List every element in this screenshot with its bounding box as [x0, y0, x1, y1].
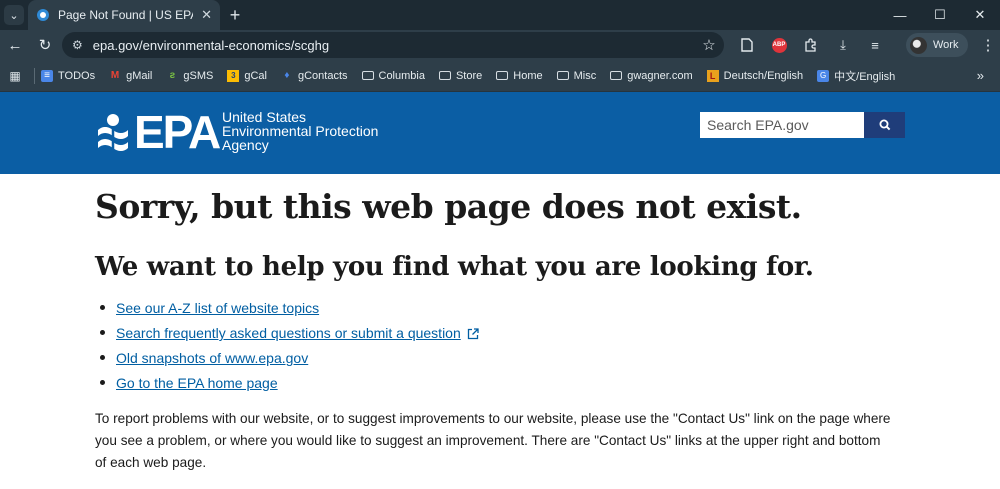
page-icon[interactable] [734, 30, 760, 60]
maximize-icon[interactable]: ☐ [920, 0, 960, 30]
close-window-icon[interactable]: ✕ [960, 0, 1000, 30]
new-tab-button[interactable]: + [220, 0, 250, 30]
calendar-icon: 3 [227, 69, 240, 82]
site-info-icon[interactable]: ⚙ [72, 38, 83, 52]
bookmark-store[interactable]: Store [438, 70, 482, 82]
snapshots-link[interactable]: Old snapshots of www.epa.gov [116, 350, 308, 366]
epa-header: EPA United States Environmental Protecti… [0, 92, 1000, 174]
back-button[interactable]: ← [0, 30, 30, 60]
bookmark-star-icon[interactable]: ☆ [694, 36, 724, 54]
bookmark-gwagner[interactable]: gwagner.com [610, 70, 693, 82]
url-text[interactable]: epa.gov/environmental-economics/scghg [93, 38, 684, 53]
avatar [910, 36, 927, 54]
epa-logo[interactable]: EPA [94, 106, 221, 158]
reload-button[interactable]: ↻ [30, 30, 60, 60]
tab-strip: ⌄ Page Not Found | US EPA ✕ + — ☐ ✕ [0, 0, 1000, 30]
reading-list-icon[interactable]: ≡ [862, 30, 888, 60]
report-paragraph: To report problems with our website, or … [95, 411, 891, 470]
bookmark-columbia[interactable]: Columbia [361, 70, 425, 82]
active-tab[interactable]: Page Not Found | US EPA ✕ [28, 0, 220, 30]
list-item: Search frequently asked questions or sub… [95, 323, 479, 348]
agency-name: United States Environmental Protection A… [222, 109, 379, 153]
folder-icon [496, 71, 509, 80]
bookmark-gmail[interactable]: MgMail [109, 70, 152, 82]
bookmark-gcal[interactable]: 3 gCal [227, 69, 267, 82]
bookmark-misc[interactable]: Misc [556, 70, 596, 82]
page-title: Sorry, but this web page does not exist. [95, 187, 802, 226]
minimize-icon[interactable]: — [880, 0, 920, 30]
close-tab-icon[interactable]: ✕ [201, 7, 212, 23]
apps-grid-icon[interactable]: ▦ [0, 69, 30, 83]
list-item: Go to the EPA home page [95, 373, 479, 398]
help-links-list: See our A-Z list of website topics Searc… [95, 298, 479, 398]
epa-wordmark: EPA [134, 106, 221, 158]
profile-button[interactable]: Work [906, 33, 968, 57]
bookmarks-bar: ▦ ≡ TODOs MgMail ƨ gSMS 3 gCal ♦ gContacts C… [0, 60, 1000, 92]
bookmark-divider [34, 67, 35, 84]
contacts-icon: ♦ [284, 70, 290, 81]
adblock-icon: ABP [771, 37, 787, 53]
adblock-button[interactable]: ABP [766, 30, 792, 60]
sms-icon: ƨ [169, 70, 176, 81]
folder-icon [361, 71, 374, 80]
list-item: Old snapshots of www.epa.gov [95, 348, 479, 373]
folder-icon [438, 71, 451, 80]
chevron-down-icon: ⌄ [4, 5, 24, 25]
search-icon [879, 119, 890, 131]
gmail-icon: M [110, 70, 120, 81]
search-button[interactable] [864, 112, 905, 138]
dictionary-icon: L [706, 69, 719, 82]
home-page-link[interactable]: Go to the EPA home page [116, 375, 278, 391]
tab-title: Page Not Found | US EPA [58, 8, 194, 22]
bookmark-gcontacts[interactable]: ♦ gContacts [281, 70, 347, 82]
az-topics-link[interactable]: See our A-Z list of website topics [116, 300, 319, 316]
doc-icon: ≡ [41, 69, 53, 82]
bookmark-todos[interactable]: ≡ TODOs [41, 69, 95, 82]
tab-search-button[interactable]: ⌄ [0, 0, 28, 30]
browser-toolbar: ← ↻ ⚙ epa.gov/environmental-economics/sc… [0, 30, 1000, 60]
download-icon[interactable]: ⤓ [830, 30, 856, 60]
address-bar[interactable]: ⚙ epa.gov/environmental-economics/scghg … [62, 32, 724, 58]
bookmark-gsms[interactable]: ƨ gSMS [166, 70, 214, 82]
epa-favicon-icon [37, 9, 49, 21]
menu-icon[interactable]: ⋮ [978, 30, 998, 60]
epa-seal-icon [98, 114, 128, 151]
page-subtitle: We want to help you find what you are lo… [95, 252, 814, 282]
translate-icon: G [817, 69, 830, 82]
extensions-icon[interactable] [798, 30, 824, 60]
list-item: See our A-Z list of website topics [95, 298, 479, 323]
faq-link[interactable]: Search frequently asked questions or sub… [116, 325, 461, 341]
external-link-icon [467, 328, 479, 340]
bookmark-home[interactable]: Home [496, 70, 543, 82]
search-input[interactable] [700, 112, 864, 138]
folder-icon [556, 71, 569, 80]
site-search [700, 112, 905, 138]
bookmark-deutsch[interactable]: L Deutsch/English [706, 69, 803, 82]
profile-name: Work [933, 39, 959, 51]
bookmark-chinese[interactable]: G 中文/English [817, 68, 895, 84]
folder-icon [610, 71, 623, 80]
more-bookmarks-icon[interactable]: » [977, 68, 984, 83]
